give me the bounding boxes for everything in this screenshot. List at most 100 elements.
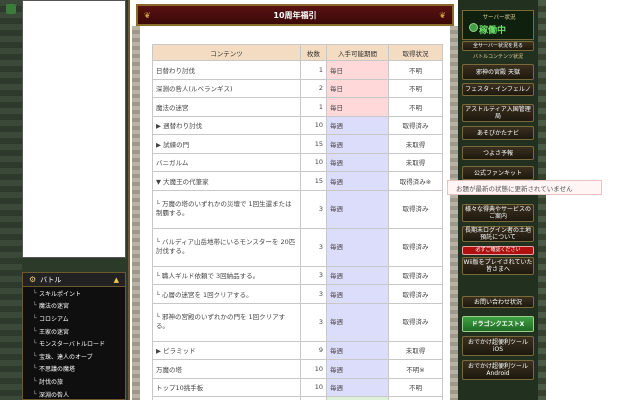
sidebar-item[interactable]: └ 魔法の迷宮 (23, 300, 125, 313)
immigration-office-button[interactable]: アストルティア入国管理局 (462, 104, 534, 122)
cell-content[interactable]: ▶ ロスターの未聞 (152, 396, 301, 400)
cell-count: 3 (300, 265, 327, 285)
table-row: ▶ ロスターの未聞15毎週一部取得 (152, 396, 443, 400)
sidebar-item[interactable]: └ 宝珠、達人のオーブ (23, 350, 125, 363)
cell-content: ▼ 大魔王の代筆家 (152, 171, 301, 191)
left-blank-panel (22, 0, 126, 258)
service-guide-button[interactable]: 様々な得典やサービスのご案内 (462, 204, 534, 222)
cell-content: └ 職人ギルド依頼で 3回納品する。 (152, 265, 301, 285)
wii-notice-label: Wii版をプレイされていた皆さまへ (463, 259, 533, 273)
cell-period: 毎週 (326, 284, 389, 304)
ios-tool-label: おでかけ超便利ツール iOS (467, 339, 528, 353)
server-status-panel: サーバー状況 稼働中 (462, 10, 534, 40)
table-row: └ 職人ギルド依頼で 3回納品する。 3 毎週 取得済み (152, 265, 443, 285)
sidebar-item[interactable]: └ 不思議の魔塔 (23, 363, 125, 376)
status-dot-icon (469, 23, 478, 32)
cell-period: 毎週 (326, 340, 389, 360)
cell-count: 15 (300, 134, 327, 154)
cell-count: 3 (300, 302, 327, 342)
sidebar-item-label: 魔法の迷宮 (39, 303, 70, 311)
cell-count: 3 (300, 227, 327, 267)
alert-banner[interactable]: 必ずご確認ください (462, 246, 534, 255)
land-deposit-button[interactable]: 長期未ログイン者の土地預託について (462, 226, 534, 242)
table-row: 万魔の塔 10 毎週 不明※ (152, 359, 443, 379)
ios-tool-button[interactable]: おでかけ超便利ツール iOS (462, 336, 534, 356)
festa-inferno-button[interactable]: フェスタ・インフェルノ (462, 83, 534, 96)
cell-period: 毎週 (326, 134, 389, 154)
sidebar-item-label: モンスターバトルロード (39, 341, 106, 349)
battle-menu-header[interactable]: ⚙ バトル ▲ (23, 273, 125, 287)
inquiry-status-button[interactable]: お問い合わせ状況 (462, 296, 534, 308)
fan-kit-button[interactable]: 公式ファンキット (462, 166, 534, 180)
evil-palace-button[interactable]: 邪神の宮殿 天獄 (462, 64, 534, 80)
right-blank-area (546, 0, 640, 400)
cell-count: 10 (300, 152, 327, 172)
strength-forecast-button[interactable]: つよさ予報 (462, 146, 534, 160)
cell-content: 日替わり討伐 (152, 60, 301, 80)
cell-content: └ 万魔の塔のいずれかの災壇で 1回生還または制覇する。 (152, 189, 301, 229)
cell-content: 深淵の咎人(ルベランギス) (152, 78, 301, 98)
service-guide-label: 様々な得典やサービスのご案内 (464, 206, 531, 220)
cell-period: 毎週 (326, 265, 389, 285)
dqx-label: ドラゴンクエストX (471, 320, 525, 328)
cell-content: └ バルディア山岳地帯にいるモンスターを 20匹討伐する。 (152, 227, 301, 267)
android-tool-button[interactable]: おでかけ超便利ツール Android (462, 360, 534, 380)
cell-content: トップ10挑手板 (152, 377, 301, 397)
cell-content[interactable]: ▶ 週替わり討伐 (152, 115, 301, 135)
table-row: バニガルム 10 毎週 未取得 (152, 152, 443, 172)
dqx-button[interactable]: ドラゴンクエストX (462, 316, 534, 332)
cell-status: 未取得 (388, 134, 443, 154)
cell-period: 毎週 (326, 377, 389, 397)
cell-count: 1 (300, 60, 327, 80)
gear-icon: ⚙ (29, 275, 37, 284)
cell-status: 取得済み (388, 227, 443, 267)
server-status-label: サーバー状況 (482, 15, 516, 21)
table-row: ▶ 週替わり討伐 10 毎週 取得済み (152, 115, 443, 135)
play-guide-label: あそびかたナビ (476, 129, 519, 137)
inquiry-status-label: お問い合わせ状況 (473, 298, 522, 306)
sidebar-item-label: 深淵の咎人 (39, 391, 70, 399)
sidebar-item[interactable]: └ 討伐の旅 (23, 375, 125, 388)
sidebar-item[interactable]: └ 王家の迷宮 (23, 325, 125, 338)
cell-period: 毎日 (326, 60, 389, 80)
all-server-status-link[interactable]: 全サーバー状況を見る (462, 41, 534, 51)
cell-period: 毎週 (326, 171, 389, 191)
cell-period: 毎週 (326, 152, 389, 172)
cell-content[interactable]: ▶ ピラミッド (152, 340, 301, 360)
table-header-row: コンテンツ 枚数 入手可能期間 取得状況 (152, 44, 443, 61)
wii-notice-button[interactable]: Wii版をプレイされていた皆さまへ (462, 257, 534, 275)
sidebar-item[interactable]: └ モンスターバトルロード (23, 337, 125, 350)
sidebar-item-label: 討伐の旅 (39, 378, 64, 386)
table-row: └ 邪神の宮殿のいずれかの門を 1回クリアする。 3 毎週 取得済み (152, 302, 443, 342)
column-header-period: 入手可能期間 (326, 44, 389, 61)
sidebar-item-label: 王家の迷宮 (39, 328, 70, 336)
column-header-content: コンテンツ (152, 44, 301, 61)
table-row: 日替わり討伐 1 毎日 不明 (152, 60, 443, 80)
collapse-triangle-icon[interactable]: ▲ (114, 276, 119, 284)
table-body: 日替わり討伐 1 毎日 不明 深淵の咎人(ルベランギス) 2 毎日 不明 魔法の迷宮 1 毎日 不明 ▶… (152, 60, 443, 400)
cell-period: 毎日 (326, 78, 389, 98)
cell-status: 不明 (388, 60, 443, 80)
android-tool-label: おでかけ超便利ツール Android (467, 363, 528, 377)
land-deposit-label: 長期未ログイン者の土地預託について (464, 227, 531, 241)
sidebar-item-label: コロシアム (39, 315, 69, 323)
play-guide-button[interactable]: あそびかたナビ (462, 126, 534, 140)
strength-forecast-label: つよさ予報 (482, 149, 513, 157)
table-row: 魔法の迷宮 1 毎日 不明 (152, 97, 443, 117)
cell-count: 15 (300, 171, 327, 191)
cell-count: 10 (300, 115, 327, 135)
cell-content[interactable]: ▶ 試練の門 (152, 134, 301, 154)
table-row: ▶ ピラミッド 9 毎週 未取得 (152, 340, 443, 360)
evil-palace-label: 邪神の宮殿 天獄 (476, 68, 520, 76)
cell-status: 取得済み※ (388, 171, 443, 191)
sidebar-item[interactable]: └ スキルポイント (23, 287, 125, 300)
content-frame-left (132, 26, 140, 400)
sidebar-item[interactable]: └ コロシアム (23, 312, 125, 325)
content-frame-right (450, 26, 458, 400)
cell-content: バニガルム (152, 152, 301, 172)
cell-status: 不明 (388, 97, 443, 117)
sidebar-item[interactable]: └ 深淵の咎人 (23, 388, 125, 400)
cell-status: 未取得 (388, 340, 443, 360)
cell-count: 10 (300, 359, 327, 379)
page-title-banner: ❦ 10周年福引 ❦ (136, 4, 454, 26)
